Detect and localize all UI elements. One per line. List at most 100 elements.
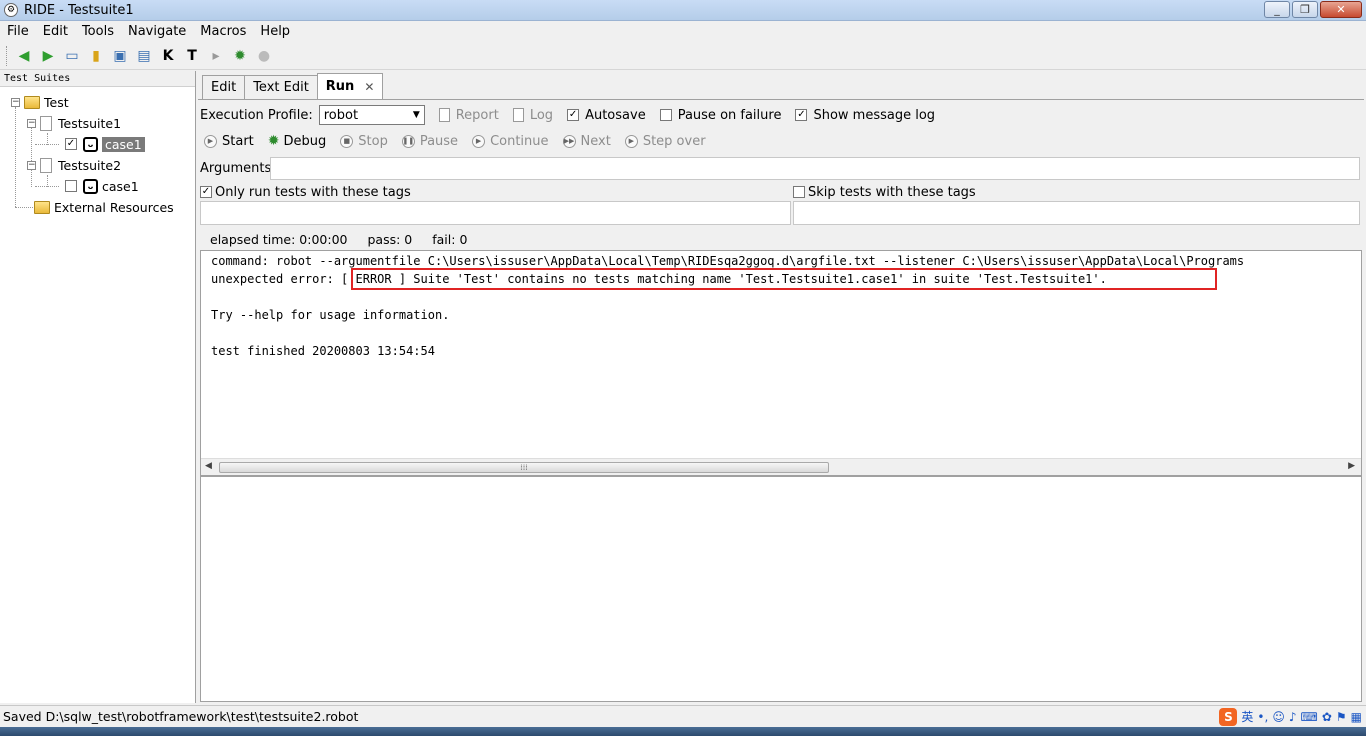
message-log-area[interactable]: [200, 476, 1362, 702]
report-label: Report: [455, 107, 499, 123]
debug-label: Debug: [283, 133, 327, 149]
window-title: RIDE - Testsuite1: [24, 2, 134, 18]
tree-node-test[interactable]: − Test: [11, 92, 69, 112]
save-icon[interactable]: ▣: [109, 45, 131, 67]
menu-tools[interactable]: Tools: [75, 24, 121, 39]
next-label: Next: [580, 133, 611, 149]
only-run-tags-checkbox[interactable]: ✓ Only run tests with these tags: [200, 182, 411, 202]
continue-button[interactable]: ▶ Continue: [472, 134, 549, 149]
maximize-button[interactable]: ❐: [1292, 1, 1318, 18]
collapse-icon[interactable]: −: [27, 160, 36, 170]
close-tab-icon[interactable]: ✕: [364, 80, 374, 94]
step-over-button[interactable]: ▶ Step over: [624, 133, 706, 149]
pause-on-failure-checkbox[interactable]: Pause on failure: [659, 108, 781, 123]
tree-header: Test Suites: [0, 71, 195, 87]
menu-bar: File Edit Tools Navigate Macros Help: [0, 21, 1366, 42]
arguments-input[interactable]: [270, 157, 1360, 180]
keyword-search-icon[interactable]: K: [157, 45, 179, 67]
tab-edit[interactable]: Edit: [202, 75, 246, 99]
tab-text-edit[interactable]: Text Edit: [244, 75, 318, 99]
emoji-icon[interactable]: ☺: [1272, 706, 1285, 728]
skip-tags-input[interactable]: [793, 201, 1360, 225]
debug-button[interactable]: ✹ Debug: [268, 133, 327, 149]
show-message-log-checkbox[interactable]: ✓ Show message log: [795, 108, 935, 123]
scroll-left-icon[interactable]: ◀: [205, 461, 212, 471]
debug-bug-icon[interactable]: ✹: [229, 45, 251, 67]
tree-node-testsuite2[interactable]: − Testsuite2: [27, 155, 121, 175]
back-arrow-icon[interactable]: ◀: [13, 45, 35, 67]
stop-icon[interactable]: ●: [253, 45, 275, 67]
only-run-tags-input[interactable]: [200, 201, 791, 225]
sogou-ime-icon[interactable]: S: [1219, 708, 1238, 726]
skip-tags-checkbox[interactable]: Skip tests with these tags: [793, 182, 976, 202]
save-all-icon[interactable]: ▤: [133, 45, 155, 67]
case-checkbox-checked[interactable]: ✓: [65, 138, 77, 150]
tree-label-suite1-case1: case1: [102, 136, 145, 152]
title-bar: ⚙ RIDE - Testsuite1 _ ❐ ✕: [0, 0, 1366, 21]
tab-run-label: Run: [325, 79, 355, 94]
menu-file[interactable]: File: [0, 24, 36, 39]
run-tab-body: Execution Profile: robot ▼ Report Log ✓ …: [198, 99, 1364, 703]
punctuation-icon[interactable]: •,: [1257, 706, 1268, 728]
collapse-icon[interactable]: −: [27, 118, 36, 128]
fail-count: fail: 0: [432, 232, 468, 247]
test-case-icon: ᴗ: [83, 136, 98, 152]
menu-help[interactable]: Help: [253, 24, 297, 39]
folder-icon: [34, 200, 50, 214]
close-window-button[interactable]: ✕: [1320, 1, 1362, 18]
tree-node-suite2-case1[interactable]: ᴗ case1: [65, 176, 139, 196]
window-controls: _ ❐ ✕: [1264, 1, 1362, 18]
autosave-checkbox[interactable]: ✓ Autosave: [567, 108, 646, 123]
autosave-label: Autosave: [585, 107, 646, 123]
run-icon[interactable]: ▸: [205, 45, 227, 67]
skip-tags-check-icon: [793, 186, 805, 198]
tab-text-edit-label: Text Edit: [253, 80, 309, 95]
app-icon: ⚙: [4, 3, 18, 17]
chevron-down-icon: ▼: [412, 110, 420, 120]
report-button[interactable]: Report: [438, 107, 499, 123]
scroll-right-icon[interactable]: ▶: [1348, 461, 1355, 471]
start-button[interactable]: ▶ Start: [204, 134, 254, 149]
tools-icon[interactable]: ⚑: [1336, 706, 1347, 728]
report-icon: [438, 108, 450, 122]
minimize-button[interactable]: _: [1264, 1, 1290, 18]
microphone-icon[interactable]: ♪: [1289, 706, 1297, 728]
pause-button[interactable]: ❚❚ Pause: [401, 134, 458, 149]
menu-navigate[interactable]: Navigate: [121, 24, 193, 39]
status-text: Saved D:\sqlw_test\robotframework\test\t…: [3, 709, 359, 724]
keyboard-icon[interactable]: ⌨: [1301, 706, 1318, 728]
collapse-icon[interactable]: −: [11, 97, 20, 107]
next-icon: ▶▶: [562, 134, 576, 148]
menu-macros[interactable]: Macros: [193, 24, 253, 39]
output-line-finished: test finished 20200803 13:54:54: [211, 344, 435, 358]
case-checkbox-unchecked[interactable]: [65, 180, 77, 192]
elapsed-time: elapsed time: 0:00:00: [210, 232, 348, 247]
forward-arrow-icon[interactable]: ▶: [37, 45, 59, 67]
grid-icon[interactable]: ▦: [1351, 706, 1362, 728]
tree-node-suite1-case1[interactable]: ✓ ᴗ case1: [65, 134, 145, 154]
open-folder-icon[interactable]: ▭: [61, 45, 83, 67]
skin-icon[interactable]: ✿: [1322, 706, 1332, 728]
next-button[interactable]: ▶▶ Next: [562, 133, 611, 149]
ime-language[interactable]: 英: [1241, 706, 1253, 728]
output-console[interactable]: command: robot --argumentfile C:\Users\i…: [200, 250, 1362, 476]
show-message-log-label: Show message log: [813, 107, 936, 123]
continue-icon: ▶: [472, 134, 486, 148]
arguments-label: Arguments:: [200, 160, 276, 176]
bug-icon: ✹: [267, 133, 280, 149]
tree-node-external-resources[interactable]: External Resources: [34, 197, 174, 217]
menu-edit[interactable]: Edit: [36, 24, 75, 39]
stop-button[interactable]: ■ Stop: [340, 134, 388, 149]
open-directory-icon[interactable]: ▮: [85, 45, 107, 67]
scrollbar-thumb[interactable]: ⁞⁞⁞: [219, 462, 829, 473]
horizontal-scrollbar[interactable]: ◀ ⁞⁞⁞ ▶: [201, 458, 1361, 475]
execution-profile-select[interactable]: robot ▼: [318, 105, 425, 125]
test-search-icon[interactable]: T: [181, 45, 203, 67]
skip-tags-label: Skip tests with these tags: [808, 184, 976, 200]
log-button[interactable]: Log: [512, 108, 553, 123]
tab-run[interactable]: Run ✕: [316, 73, 384, 99]
tree-node-testsuite1[interactable]: − Testsuite1: [27, 113, 121, 133]
status-bar: Saved D:\sqlw_test\robotframework\test\t…: [0, 705, 1366, 727]
tree-label-external: External Resources: [54, 199, 174, 215]
step-over-label: Step over: [642, 133, 706, 149]
